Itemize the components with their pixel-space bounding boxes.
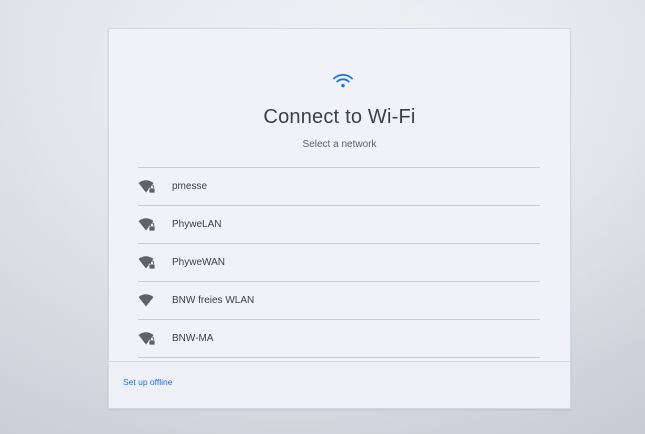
wifi-lock-icon (138, 331, 156, 346)
dialog-footer: Set up offline (109, 361, 570, 408)
network-item-phywelan[interactable]: PhyweLAN (138, 206, 540, 244)
wifi-icon (138, 293, 156, 308)
wifi-setup-dialog: Connect to Wi-Fi Select a network pmesse (108, 28, 571, 409)
network-item-bnw-freies-wlan[interactable]: BNW freies WLAN (138, 282, 540, 320)
network-item-bnw-ma[interactable]: BNW-MA (138, 320, 540, 358)
network-name: BNW freies WLAN (172, 295, 255, 306)
wifi-lock-icon (138, 217, 156, 232)
page-subtitle: Select a network (302, 139, 377, 150)
network-name: BNW-MA (172, 333, 214, 344)
network-item-phywewan[interactable]: PhyweWAN (138, 244, 540, 282)
network-item-pmesse[interactable]: pmesse (138, 168, 540, 206)
network-name: PhyweWAN (172, 257, 225, 268)
network-name: PhyweLAN (172, 219, 222, 230)
wifi-icon (333, 73, 353, 89)
set-up-offline-link[interactable]: Set up offline (123, 377, 172, 387)
network-list: pmesse PhyweLAN PhyweWAN BNW freies WLAN… (138, 167, 540, 358)
wifi-lock-icon (138, 255, 156, 270)
network-name: pmesse (172, 181, 208, 192)
wifi-lock-icon (138, 179, 156, 194)
page-title: Connect to Wi-Fi (263, 106, 416, 128)
